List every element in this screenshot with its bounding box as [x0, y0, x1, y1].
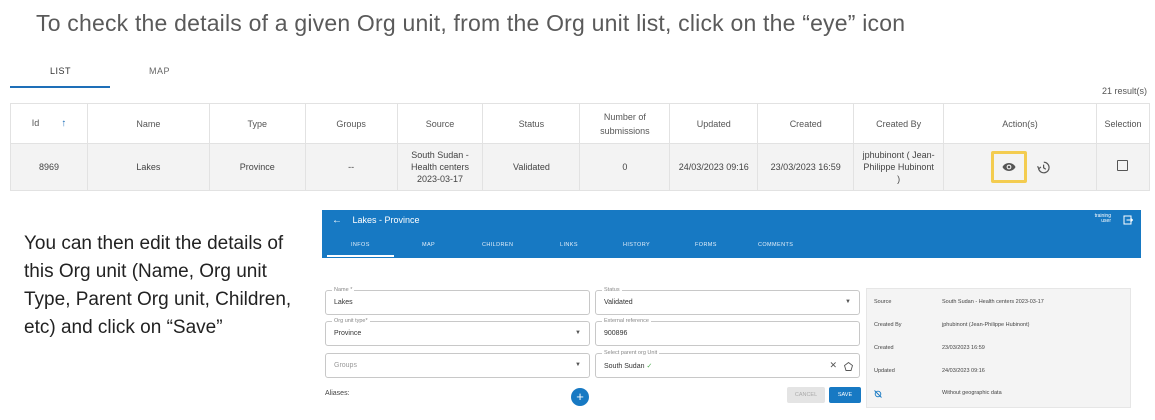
cell-name: Lakes — [86, 143, 210, 191]
edit-instruction-note: You can then edit the details of this Or… — [24, 233, 292, 338]
name-field[interactable]: Name * Lakes — [325, 287, 590, 315]
column-header-actions: Action(s) — [943, 103, 1097, 144]
dropdown-caret-icon[interactable]: ▼ — [575, 330, 581, 336]
eye-icon-highlight[interactable] — [990, 151, 1027, 183]
cell-created-by: jphubinont ( Jean- Philippe Hubinont ) — [853, 143, 945, 191]
add-alias-button[interactable]: + — [571, 388, 589, 406]
cell-updated: 24/03/2023 09:16 — [669, 143, 759, 191]
dropdown-caret-icon[interactable]: ▼ — [845, 299, 851, 305]
history-icon[interactable] — [1036, 161, 1050, 174]
org-unit-table: Id ↑ Name Type Groups Source Status Numbe… — [10, 103, 1151, 191]
results-count: 21 result(s) — [1101, 86, 1147, 96]
table-header-row: Id ↑ Name Type Groups Source Status Numbe… — [10, 103, 1151, 144]
column-header-name[interactable]: Name — [86, 103, 210, 144]
user-indicator: training user — [1094, 213, 1111, 224]
cell-groups: -- — [304, 143, 398, 191]
tab-links[interactable]: LINKS — [560, 242, 578, 248]
tab-history[interactable]: HISTORY — [623, 242, 650, 248]
cell-id: 8969 — [10, 143, 88, 191]
tree-icon[interactable] — [844, 362, 853, 371]
tab-map[interactable]: MAP — [149, 66, 170, 76]
column-header-groups[interactable]: Groups — [304, 103, 398, 144]
tab-infos[interactable]: INFOS — [351, 242, 370, 248]
org-unit-type-select[interactable]: Org unit type* Province ▼ — [325, 318, 590, 346]
save-button[interactable]: SAVE — [829, 387, 861, 403]
cell-selection — [1095, 143, 1151, 191]
org-unit-info-box: Source South Sudan - Health centers 2023-… — [866, 288, 1131, 408]
column-header-submissions[interactable]: Number of submissions — [579, 103, 671, 144]
active-tab-indicator — [10, 86, 110, 88]
view-tabs: LIST MAP — [10, 62, 1150, 88]
column-header-id[interactable]: Id ↑ — [10, 103, 88, 144]
column-header-selection: Selection — [1095, 103, 1151, 144]
status-select[interactable]: Status Validated ▼ — [595, 287, 860, 315]
tab-children[interactable]: CHILDREN — [482, 242, 513, 248]
cell-submissions: 0 — [579, 143, 671, 191]
tab-forms[interactable]: FORMS — [695, 242, 717, 248]
org-unit-detail-panel: ← Lakes - Province training user INFOS M… — [322, 210, 1141, 415]
column-header-updated[interactable]: Updated — [669, 103, 759, 144]
eye-icon[interactable] — [1002, 162, 1016, 172]
location-off-icon — [874, 390, 882, 398]
column-header-created-by[interactable]: Created By — [853, 103, 945, 144]
clear-icon[interactable]: ✕ — [829, 360, 837, 371]
parent-org-unit-select[interactable]: Select parent org Unit South Sudan ✓ ✕ — [595, 350, 860, 378]
external-reference-field[interactable]: External reference 900896 — [595, 318, 860, 346]
active-panel-tab-indicator — [327, 255, 394, 257]
instruction-headline: To check the details of a given Org unit… — [36, 10, 906, 36]
column-header-source[interactable]: Source — [396, 103, 484, 144]
cancel-button[interactable]: CANCEL — [787, 387, 825, 403]
tab-comments[interactable]: COMMENTS — [758, 242, 793, 248]
cell-type: Province — [208, 143, 306, 191]
column-header-type[interactable]: Type — [208, 103, 306, 144]
back-arrow-icon[interactable]: ← — [332, 215, 342, 226]
row-select-checkbox[interactable] — [1117, 160, 1129, 171]
cell-actions — [943, 143, 1097, 191]
cell-status: Validated — [482, 143, 581, 191]
logout-icon[interactable] — [1123, 215, 1133, 225]
tab-list[interactable]: LIST — [50, 66, 71, 76]
cell-source: South Sudan - Health centers 2023-03-17 — [396, 143, 484, 191]
panel-header: ← Lakes - Province training user INFOS M… — [322, 210, 1141, 258]
tab-map[interactable]: MAP — [422, 242, 435, 248]
groups-select[interactable]: Groups ▼ — [325, 353, 590, 378]
sort-ascending-icon[interactable]: ↑ — [61, 118, 66, 129]
column-header-created[interactable]: Created — [757, 103, 855, 144]
column-header-status[interactable]: Status — [482, 103, 581, 144]
validated-check-icon: ✓ — [646, 363, 653, 370]
table-row: 8969 Lakes Province -- South Sudan - Hea… — [10, 143, 1151, 191]
dropdown-caret-icon[interactable]: ▼ — [575, 362, 581, 368]
cell-created: 23/03/2023 16:59 — [757, 143, 855, 191]
panel-title: ← Lakes - Province — [332, 215, 420, 226]
aliases-label: Aliases: — [325, 390, 350, 397]
